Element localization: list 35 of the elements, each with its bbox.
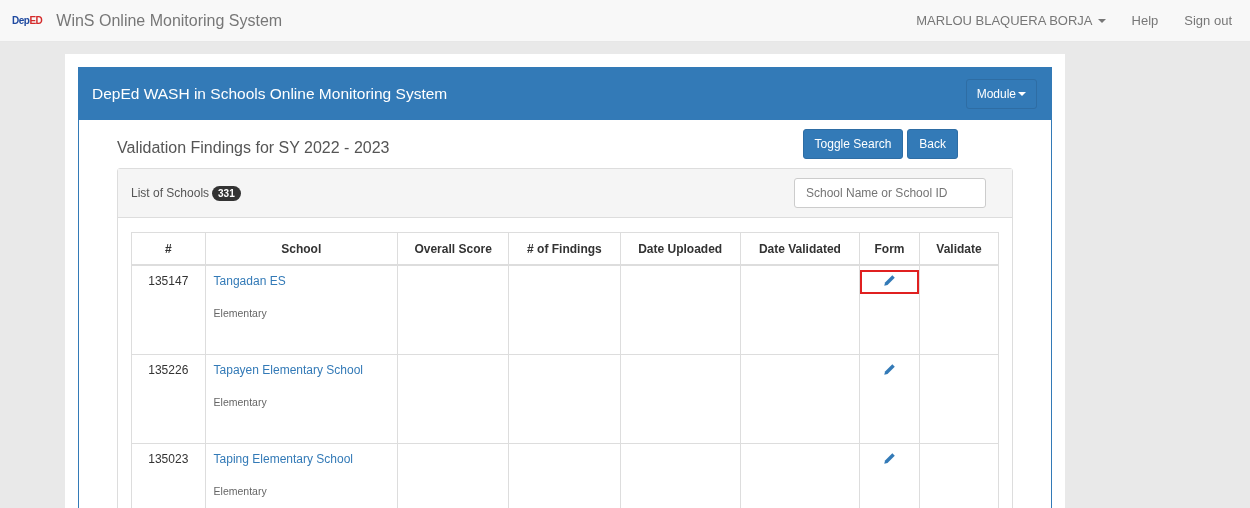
column-header: Date Validated [740, 232, 860, 265]
count-badge: 331 [212, 185, 241, 201]
column-header: Overall Score [397, 232, 509, 265]
column-header: # of Findings [508, 232, 621, 265]
school-level: Elementary [213, 395, 268, 408]
back-button[interactable]: Back [907, 129, 958, 159]
caret-icon [1018, 92, 1026, 96]
help-link[interactable]: Help [1131, 13, 1159, 28]
edit-icon[interactable] [883, 274, 896, 287]
column-header: # [131, 232, 206, 265]
caret-icon [1097, 18, 1106, 23]
column-header: Form [859, 232, 920, 265]
column-header: School [205, 232, 398, 265]
module-button[interactable]: Module [965, 79, 1037, 109]
table-cell: 135147 [131, 265, 206, 354]
school-link[interactable]: Tapayen Elementary School [213, 362, 363, 377]
edit-icon[interactable] [883, 362, 896, 376]
brand-link[interactable]: WinS Online Monitoring System [56, 11, 283, 30]
school-link[interactable]: Tangadan ES [213, 274, 286, 288]
school-level: Elementary [213, 484, 268, 497]
search-field[interactable]: School Name or School ID [794, 178, 986, 208]
page-title: Validation Findings for SY 2022 - 2023 [117, 139, 390, 157]
table-cell: 135023 [131, 443, 206, 508]
panel-title: DepEd WASH in Schools Online Monitoring System [92, 85, 448, 103]
sign-out-link[interactable]: Sign out [1184, 13, 1232, 28]
deped-logo[interactable]: DepED [12, 15, 43, 26]
table-cell: 135226 [131, 354, 206, 443]
edit-icon[interactable] [883, 451, 896, 465]
school-level: Elementary [213, 307, 268, 319]
toggle-search-button[interactable]: Toggle Search [802, 129, 904, 159]
school-link[interactable]: Taping Elementary School [213, 451, 353, 466]
column-header: Validate [919, 232, 999, 265]
user-menu[interactable]: MARLOU BLAQUERA BORJA [916, 13, 1106, 28]
column-header: Date Uploaded [620, 232, 741, 265]
list-label: List of Schools [131, 186, 210, 200]
